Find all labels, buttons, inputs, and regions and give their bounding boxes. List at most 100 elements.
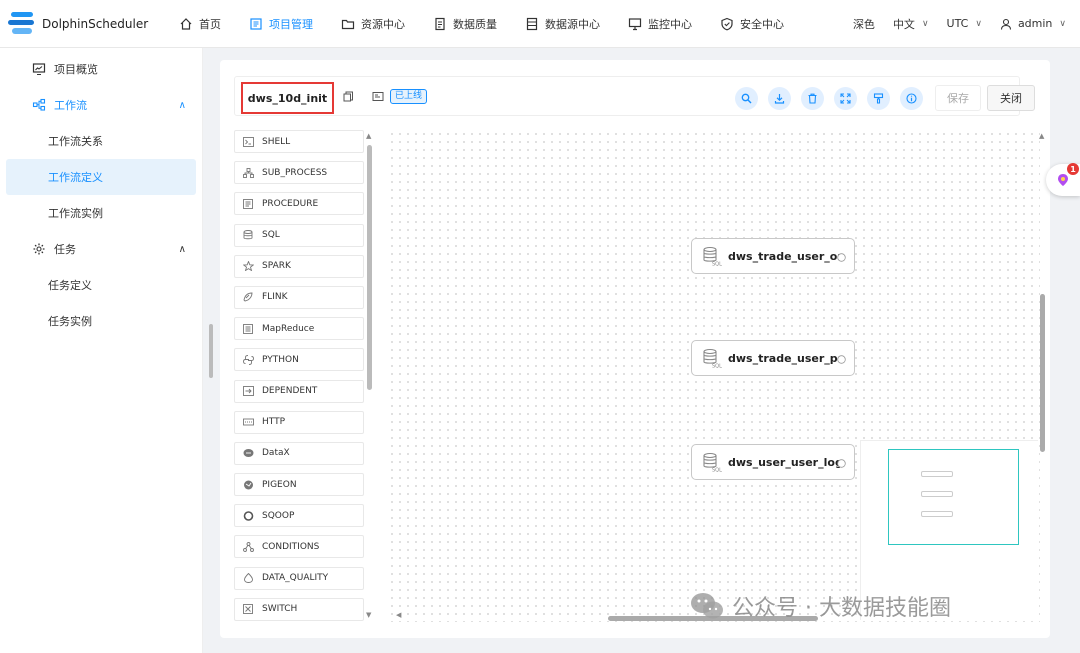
- palette-item-switch[interactable]: SWITCH: [234, 597, 364, 621]
- sidebar-item-workflow[interactable]: 工作流 ∧: [6, 87, 196, 123]
- top-header: DolphinScheduler 首页 项目管理 资源中心 数据质量 数据源中心…: [0, 0, 1080, 48]
- palette-scrollbar[interactable]: [367, 145, 372, 390]
- palette-item-python[interactable]: PYTHON: [234, 348, 364, 372]
- palette-label: SPARK: [262, 261, 291, 272]
- nav-label: 项目管理: [269, 17, 313, 31]
- palette-item-sqoop[interactable]: SQOOP: [234, 504, 364, 528]
- sidebar-item-label: 任务: [54, 243, 76, 256]
- language-label: 中文: [892, 17, 915, 31]
- workflow-editor: dws_10d_init 已上线 保存 关闭 SHELL SUB_PROCESS…: [220, 60, 1050, 638]
- user-menu[interactable]: admin ∨: [1000, 17, 1066, 30]
- toolbar-actions: 保存 关闭: [735, 85, 1035, 111]
- node-menu-icon[interactable]: [837, 459, 846, 468]
- user-icon: [1000, 18, 1011, 30]
- task-node[interactable]: SQL dws_user_user_logi...: [691, 444, 855, 480]
- project-icon: [250, 17, 262, 30]
- nav-monitor[interactable]: 监控中心: [614, 0, 706, 48]
- palette-item-sub-process[interactable]: SUB_PROCESS: [234, 161, 364, 185]
- download-button[interactable]: [768, 86, 791, 110]
- minimap-node: [921, 511, 953, 517]
- sql-task-icon: SQL: [703, 246, 722, 266]
- nav-security[interactable]: 安全中心: [706, 0, 798, 48]
- palette-label: HTTP: [262, 417, 286, 428]
- nav-data-quality[interactable]: 数据质量: [419, 0, 511, 48]
- chevron-down-icon: ∨: [975, 18, 982, 29]
- palette-item-flink[interactable]: FLINK: [234, 285, 364, 309]
- main-nav: 首页 项目管理 资源中心 数据质量 数据源中心 监控中心 安全中心: [165, 0, 798, 48]
- search-button[interactable]: [735, 86, 758, 110]
- task-node[interactable]: SQL dws_trade_user_ord: [691, 238, 855, 274]
- app-logo[interactable]: DolphinScheduler: [0, 10, 165, 38]
- pigeon-icon: [244, 480, 253, 490]
- task-node-label: dws_user_user_logi...: [728, 455, 840, 469]
- format-button[interactable]: [867, 86, 890, 110]
- close-button[interactable]: 关闭: [987, 85, 1035, 111]
- language-select[interactable]: 中文 ∨: [893, 16, 929, 32]
- palette-item-procedure[interactable]: PROCEDURE: [234, 192, 364, 216]
- palette-label: DataX: [262, 448, 290, 459]
- nav-datasource[interactable]: 数据源中心: [511, 0, 614, 48]
- sidebar-item-label: 任务实例: [48, 315, 92, 328]
- sqoop-icon: [243, 510, 254, 521]
- timezone-select[interactable]: UTC ∨: [947, 17, 982, 30]
- delete-button[interactable]: [801, 86, 824, 110]
- palette-item-spark[interactable]: SPARK: [234, 254, 364, 278]
- sidebar-item-label: 工作流关系: [48, 135, 103, 148]
- theme-toggle[interactable]: 深色: [853, 16, 875, 32]
- notification-badge: 1: [1067, 163, 1079, 175]
- sidebar-scrollbar[interactable]: [209, 324, 213, 378]
- palette-item-pigeon[interactable]: PIGEON: [234, 473, 364, 497]
- node-menu-icon[interactable]: [837, 355, 846, 364]
- sidebar-item-task-instance[interactable]: 任务实例: [6, 303, 196, 339]
- canvas-scroll-left-icon[interactable]: ◀: [396, 611, 401, 619]
- workflow-icon: [32, 98, 46, 111]
- nav-project[interactable]: 项目管理: [235, 0, 327, 48]
- sidebar-item-workflow-relation[interactable]: 工作流关系: [6, 123, 196, 159]
- palette-item-sql[interactable]: SQL: [234, 223, 364, 247]
- shield-icon: [721, 17, 733, 30]
- quality-icon: [435, 17, 445, 30]
- status-badge: 已上线: [390, 89, 428, 104]
- palette-label: SQOOP: [262, 510, 295, 521]
- palette-item-shell[interactable]: SHELL: [234, 130, 364, 153]
- palette-item-data-quality[interactable]: DATA_QUALITY: [234, 566, 364, 590]
- header-right: 深色 中文 ∨ UTC ∨ admin ∨: [835, 16, 1080, 32]
- watermark: 公众号 · 大数据技能圈: [690, 590, 951, 622]
- sql-icon: [243, 230, 253, 240]
- task-node[interactable]: SQL dws_trade_user_pay: [691, 340, 855, 376]
- chevron-down-icon: ∨: [921, 18, 929, 29]
- dag-canvas[interactable]: SQL dws_trade_user_ord SQL dws_trade_use…: [388, 130, 1040, 622]
- info-button[interactable]: [900, 86, 923, 110]
- sql-task-icon: SQL: [703, 452, 722, 472]
- canvas-vertical-scrollbar[interactable]: [1040, 294, 1045, 452]
- palette-scroll-down-icon[interactable]: ▼: [366, 611, 371, 619]
- shell-icon: [243, 136, 254, 147]
- nav-label: 监控中心: [648, 17, 692, 31]
- version-icon[interactable]: [372, 91, 384, 102]
- save-button[interactable]: 保存: [935, 85, 981, 111]
- sidebar-item-task[interactable]: 任务 ∧: [6, 231, 196, 267]
- canvas-scroll-up-icon[interactable]: ▲: [1039, 132, 1044, 140]
- sidebar-item-workflow-instance[interactable]: 工作流实例: [6, 195, 196, 231]
- node-menu-icon[interactable]: [837, 253, 846, 262]
- copy-icon[interactable]: [343, 91, 354, 102]
- sidebar-item-task-definition[interactable]: 任务定义: [6, 267, 196, 303]
- palette-item-conditions[interactable]: CONDITIONS: [234, 535, 364, 559]
- nav-resource[interactable]: 资源中心: [327, 0, 419, 48]
- nav-home[interactable]: 首页: [165, 0, 235, 48]
- task-palette: SHELL SUB_PROCESS PROCEDURE SQL SPARK FL…: [234, 130, 366, 622]
- switch-icon: [243, 604, 253, 615]
- palette-scroll-up-icon[interactable]: ▲: [366, 132, 371, 140]
- sidebar-item-workflow-definition[interactable]: 工作流定义: [6, 159, 196, 195]
- palette-label: SHELL: [262, 136, 291, 147]
- palette-item-mapreduce[interactable]: MapReduce: [234, 317, 364, 341]
- palette-item-datax[interactable]: DataX: [234, 441, 364, 465]
- fullscreen-button[interactable]: [834, 86, 857, 110]
- palette-item-http[interactable]: HTTP: [234, 410, 364, 434]
- palette-label: MapReduce: [262, 323, 315, 334]
- sidebar-item-overview[interactable]: 项目概览: [6, 51, 196, 87]
- datax-icon: [243, 449, 254, 458]
- palette-item-dependent[interactable]: DEPENDENT: [234, 379, 364, 403]
- palette-label: CONDITIONS: [262, 541, 320, 552]
- minimap-viewport[interactable]: [888, 449, 1019, 545]
